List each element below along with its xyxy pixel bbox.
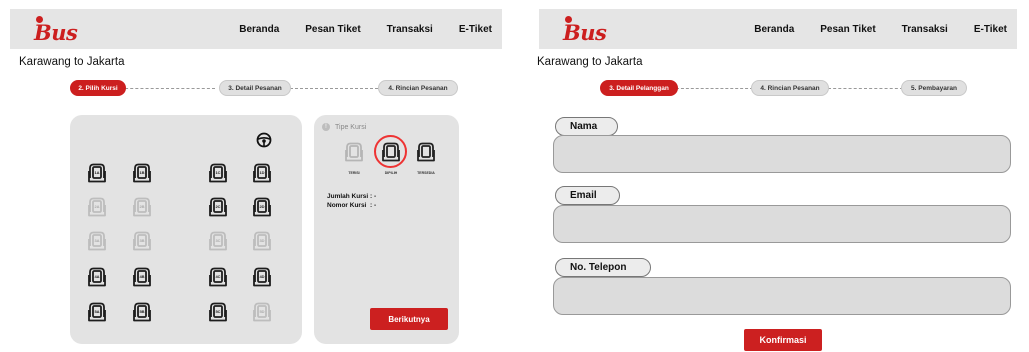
step-detail-pesanan[interactable]: 3. Detail Pesanan [219,80,291,96]
seat-label: 5C [215,309,221,314]
nav-beranda[interactable]: Beranda [754,24,794,35]
seat-5c[interactable]: 5C [208,301,228,323]
email-field[interactable] [553,205,1011,243]
seat-1c[interactable]: 1C [208,162,228,184]
seat-4c[interactable]: 4C [208,266,228,288]
seat-label: 3B [139,238,145,243]
seat-filled-icon [344,141,364,163]
next-button[interactable]: Berikutnya [370,308,448,330]
step-connector [676,88,753,89]
seat-label: 4A [94,274,100,279]
seat-label: 4D [259,274,265,279]
telepon-field[interactable] [553,277,1011,315]
seat-1d[interactable]: 1D [252,162,272,184]
nav-links: Beranda Pesan Tiket Transaksi E-Tiket [754,9,1017,49]
seat-label: 1A [94,170,100,175]
step-connector [120,88,215,89]
seat-2c[interactable]: 2C [208,196,228,218]
logo-text: Bus [563,20,607,45]
seat-1a[interactable]: 1A [87,162,107,184]
seat-3b: 3B [132,230,152,252]
navbar: Bus Beranda Pesan Tiket Transaksi E-Tike… [539,9,1017,49]
seat-3a: 3A [87,230,107,252]
seat-label: 5A [94,309,100,314]
nama-field[interactable] [553,135,1011,173]
seat-selected-icon [381,141,401,163]
seat-4d[interactable]: 4D [252,266,272,288]
seat-1b[interactable]: 1B [132,162,152,184]
seat-label: 2A [94,204,100,209]
seat-5b[interactable]: 5B [132,301,152,323]
nomor-kursi: Nomor Kursi : - [327,202,377,209]
seat-2a: 2A [87,196,107,218]
navbar: Bus Beranda Pesan Tiket Transaksi E-Tike… [10,9,502,49]
seat-3d: 3D [252,230,272,252]
seat-available-icon [416,141,436,163]
logo[interactable]: Bus [563,14,623,45]
info-icon: ! [322,123,330,131]
seat-label: 4C [215,274,221,279]
confirm-button[interactable]: Konfirmasi [744,329,822,351]
nav-transaksi[interactable]: Transaksi [902,24,948,35]
seat-4a[interactable]: 4A [87,266,107,288]
email-label: Email [555,186,620,205]
seat-selection-screen: Bus Beranda Pesan Tiket Transaksi E-Tike… [0,0,512,352]
jumlah-kursi: Jumlah Kursi : - [327,193,377,200]
nav-pesan-tiket[interactable]: Pesan Tiket [820,24,875,35]
legend-title: ! Tipe Kursi [322,123,366,131]
step-pilih-kursi[interactable]: 2. Pilih Kursi [70,80,126,96]
nav-beranda[interactable]: Beranda [239,24,279,35]
seat-5a[interactable]: 5A [87,301,107,323]
seat-label: 1D [259,170,265,175]
step-connector [828,88,903,89]
legend-label-terisi: TERISI [348,171,360,175]
legend-label-dipilih: DIPILIH [384,171,398,175]
nav-pesan-tiket[interactable]: Pesan Tiket [305,24,360,35]
route-title: Karawang to Jakarta [19,56,125,68]
selection-summary: Jumlah Kursi : - Nomor Kursi : - [327,192,376,210]
seat-label: 5B [139,309,145,314]
legend-label-tersedia: TERSEDIA [417,171,435,175]
step-detail-pelanggan[interactable]: 3. Detail Pelanggan [600,80,678,96]
nav-links: Beranda Pesan Tiket Transaksi E-Tiket [239,9,502,49]
step-pembayaran[interactable]: 5. Pembayaran [901,80,967,96]
seat-3c: 3C [208,230,228,252]
seat-label: 1C [215,170,221,175]
seat-legend-panel: ! Tipe Kursi TERISI DIPILIH TERSEDIA Jum… [314,115,459,344]
nav-e-tiket[interactable]: E-Tiket [974,24,1007,35]
step-rincian-pesanan[interactable]: 4. Rincian Pesanan [378,80,458,96]
seat-label: 1B [139,170,145,175]
seat-label: 5D [259,309,265,314]
seat-5d: 5D [252,301,272,323]
seat-label: 4B [139,274,145,279]
legend-title-text: Tipe Kursi [335,123,367,131]
seat-label: 3D [259,238,265,243]
seat-2d[interactable]: 2D [252,196,272,218]
seat-4b[interactable]: 4B [132,266,152,288]
seat-label: 3C [215,238,221,243]
logo[interactable]: Bus [34,14,94,45]
seat-label: 2B [139,204,145,209]
seat-label: 3A [94,238,100,243]
step-rincian-pesanan[interactable]: 4. Rincian Pesanan [751,80,829,96]
seat-label: 2C [215,204,221,209]
step-connector [290,88,378,89]
steering-wheel-icon [256,132,272,148]
logo-text: Bus [34,20,78,45]
seat-label: 2D [259,204,265,209]
customer-details-screen: Bus Beranda Pesan Tiket Transaksi E-Tike… [520,0,1029,352]
nama-label: Nama [555,117,618,136]
nav-e-tiket[interactable]: E-Tiket [459,24,492,35]
route-title: Karawang to Jakarta [537,56,643,68]
nav-transaksi[interactable]: Transaksi [387,24,433,35]
seat-2b: 2B [132,196,152,218]
telepon-label: No. Telepon [555,258,651,277]
seat-map: 1A 1B 1C 1D 2A 2B 2C 2D 3A 3B 3C 3D 4A 4B 4C 4D 5A 5B 5C 5D [70,115,302,344]
